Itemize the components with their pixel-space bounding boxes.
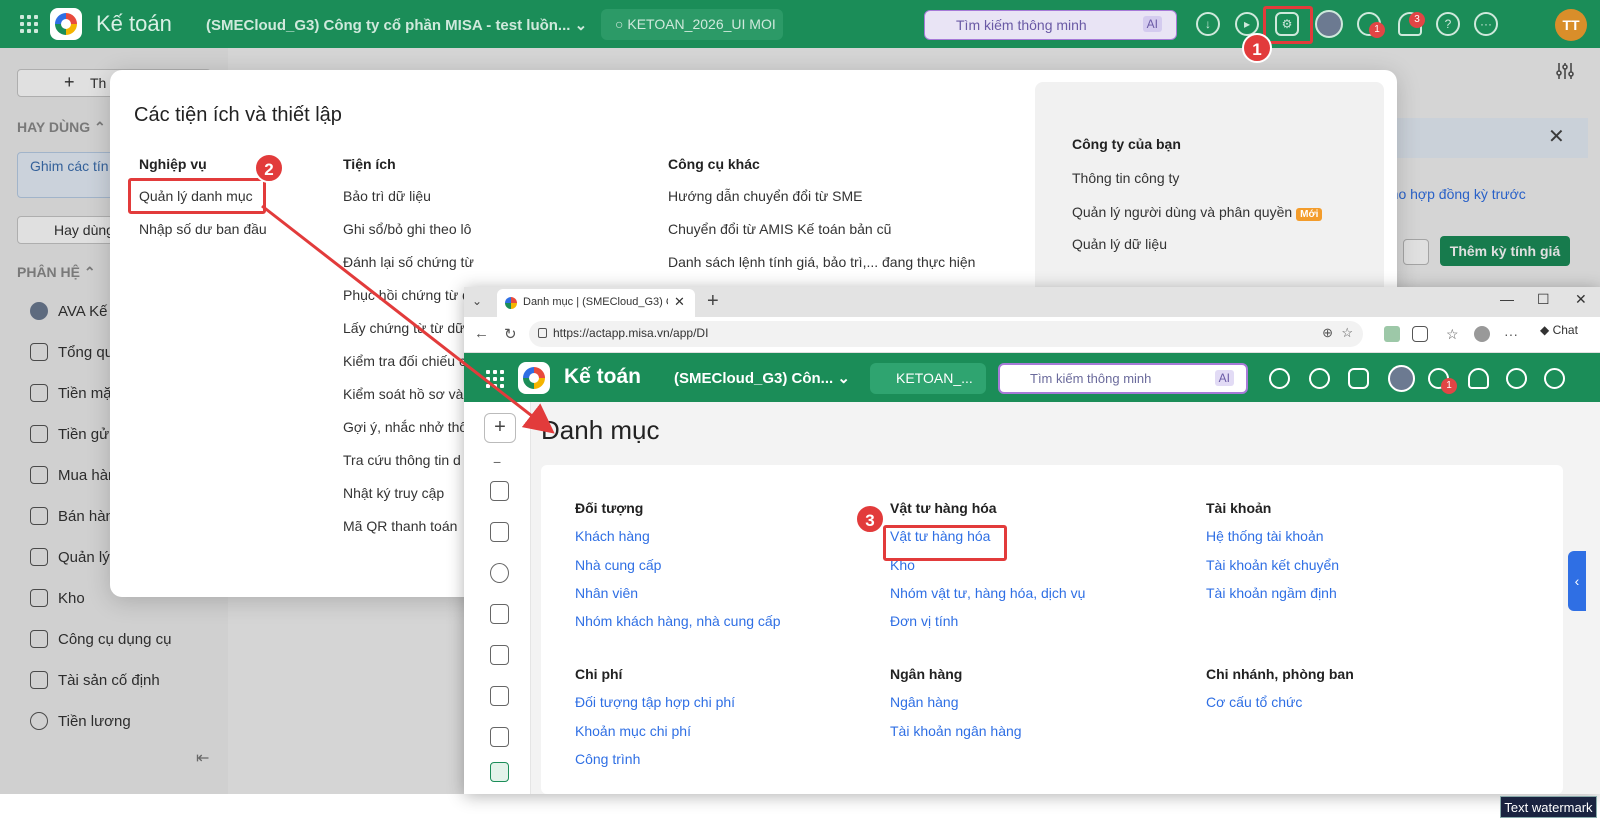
- annotation-arrow: [261, 204, 555, 434]
- watermark: Text watermark: [1500, 796, 1597, 818]
